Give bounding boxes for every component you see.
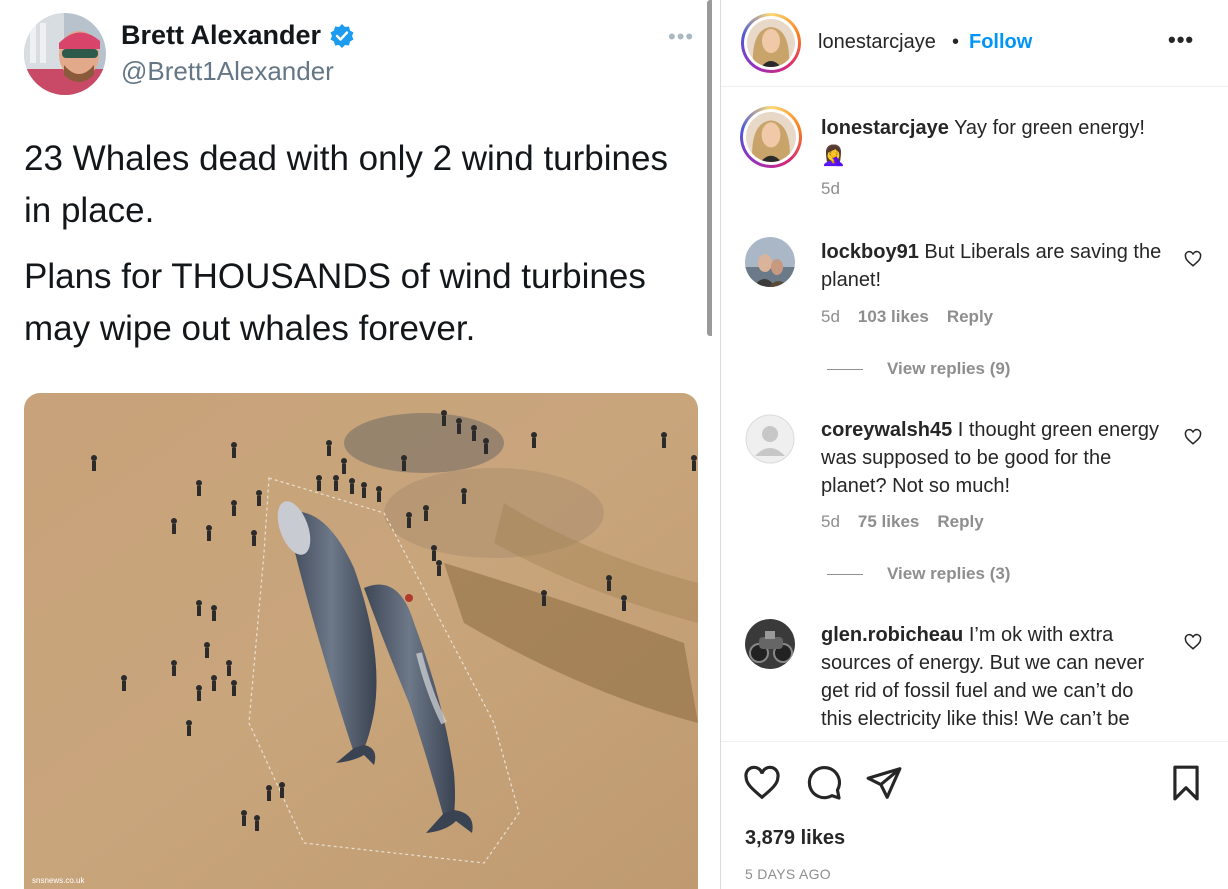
post-author-avatar[interactable]	[741, 13, 801, 73]
instagram-post-panel: lonestarcjaye • Follow ••• lonestarcjaye…	[720, 0, 1228, 889]
save-bookmark-icon[interactable]	[1167, 764, 1205, 802]
post-timestamp: 5 DAYS AGO	[745, 866, 831, 882]
comment-like-heart-icon[interactable]	[1184, 250, 1202, 268]
post-header: lonestarcjaye • Follow •••	[721, 0, 1228, 87]
comment-username[interactable]: coreywalsh45	[821, 419, 952, 441]
left-scrollbar[interactable]	[707, 0, 712, 336]
comment-text: coreywalsh45 I thought green energy was …	[821, 416, 1166, 500]
tweet-author-name-text: Brett Alexander	[121, 20, 322, 50]
caption-author-avatar[interactable]	[740, 106, 802, 168]
comment-avatar-lockboy91[interactable]	[745, 237, 795, 287]
comment-time: 5d	[821, 307, 840, 326]
tweet-text-line-1: 23 Whales dead with only 2 wind turbines…	[24, 139, 668, 230]
view-replies-label[interactable]: View replies (9)	[887, 359, 1010, 379]
caption-text: lonestarcjaye Yay for green energy! 🤦‍♀️	[821, 114, 1166, 170]
post-actions-bar: 3,879 likes 5 DAYS AGO	[721, 741, 1228, 889]
comment-reply-button[interactable]: Reply	[937, 512, 983, 532]
comments-list[interactable]: lonestarcjaye Yay for green energy! 🤦‍♀️…	[721, 88, 1228, 740]
share-paper-plane-icon[interactable]	[865, 764, 903, 802]
comment-username[interactable]: lockboy91	[821, 241, 919, 263]
comment-like-heart-icon[interactable]	[1184, 428, 1202, 446]
tweet-author-name: Brett Alexander	[121, 20, 355, 51]
comment-text: glen.robicheau I’m ok with extra sources…	[821, 621, 1166, 733]
tweet-author-handle: @Brett1Alexander	[121, 56, 334, 86]
comment-meta: 5d 75 likes Reply	[821, 512, 984, 532]
view-replies-button[interactable]: View replies (9)	[827, 359, 1010, 379]
comment-likes[interactable]: 75 likes	[858, 512, 919, 532]
comment-time: 5d	[821, 512, 840, 531]
more-options-icon[interactable]: •••	[1168, 27, 1194, 53]
view-replies-label[interactable]: View replies (3)	[887, 564, 1010, 584]
post-author-username[interactable]: lonestarcjaye	[818, 31, 936, 54]
tweet-text-line-2: Plans for THOUSANDS of wind turbines may…	[24, 257, 646, 348]
verified-badge-icon	[330, 23, 354, 48]
tweet-more-icon: •••	[668, 24, 695, 49]
tweet-photo-beached-whales	[24, 393, 698, 889]
tweet-avatar	[24, 13, 106, 95]
comment-username[interactable]: glen.robicheau	[821, 624, 963, 646]
comment-reply-button[interactable]: Reply	[947, 307, 993, 327]
facepalm-emoji: 🤦‍♀️	[821, 145, 846, 167]
replies-divider	[827, 573, 863, 575]
comment-avatar-glen-robicheau[interactable]	[745, 619, 795, 669]
comment-bubble-icon[interactable]	[805, 764, 843, 802]
follow-button[interactable]: Follow	[969, 31, 1032, 54]
comment-text: lockboy91 But Liberals are saving the pl…	[821, 238, 1166, 294]
caption-time: 5d	[821, 179, 840, 198]
tweet-screenshot: Brett Alexander @Brett1Alexander ••• 23 …	[0, 0, 712, 889]
comment-avatar-coreywalsh45[interactable]	[745, 414, 795, 464]
caption-body: Yay for green energy!	[954, 117, 1145, 139]
caption-meta: 5d	[821, 179, 840, 199]
post-likes-count[interactable]: 3,879 likes	[745, 827, 845, 850]
photo-watermark: snsnews.co.uk	[32, 876, 85, 885]
comment-likes[interactable]: 103 likes	[858, 307, 929, 327]
caption-username[interactable]: lonestarcjaye	[821, 117, 949, 139]
view-replies-button[interactable]: View replies (3)	[827, 564, 1010, 584]
replies-divider	[827, 368, 863, 370]
like-heart-icon[interactable]	[743, 764, 781, 802]
comment-meta: 5d 103 likes Reply	[821, 307, 993, 327]
header-separator-dot: •	[952, 31, 960, 53]
comment-like-heart-icon[interactable]	[1184, 633, 1202, 651]
